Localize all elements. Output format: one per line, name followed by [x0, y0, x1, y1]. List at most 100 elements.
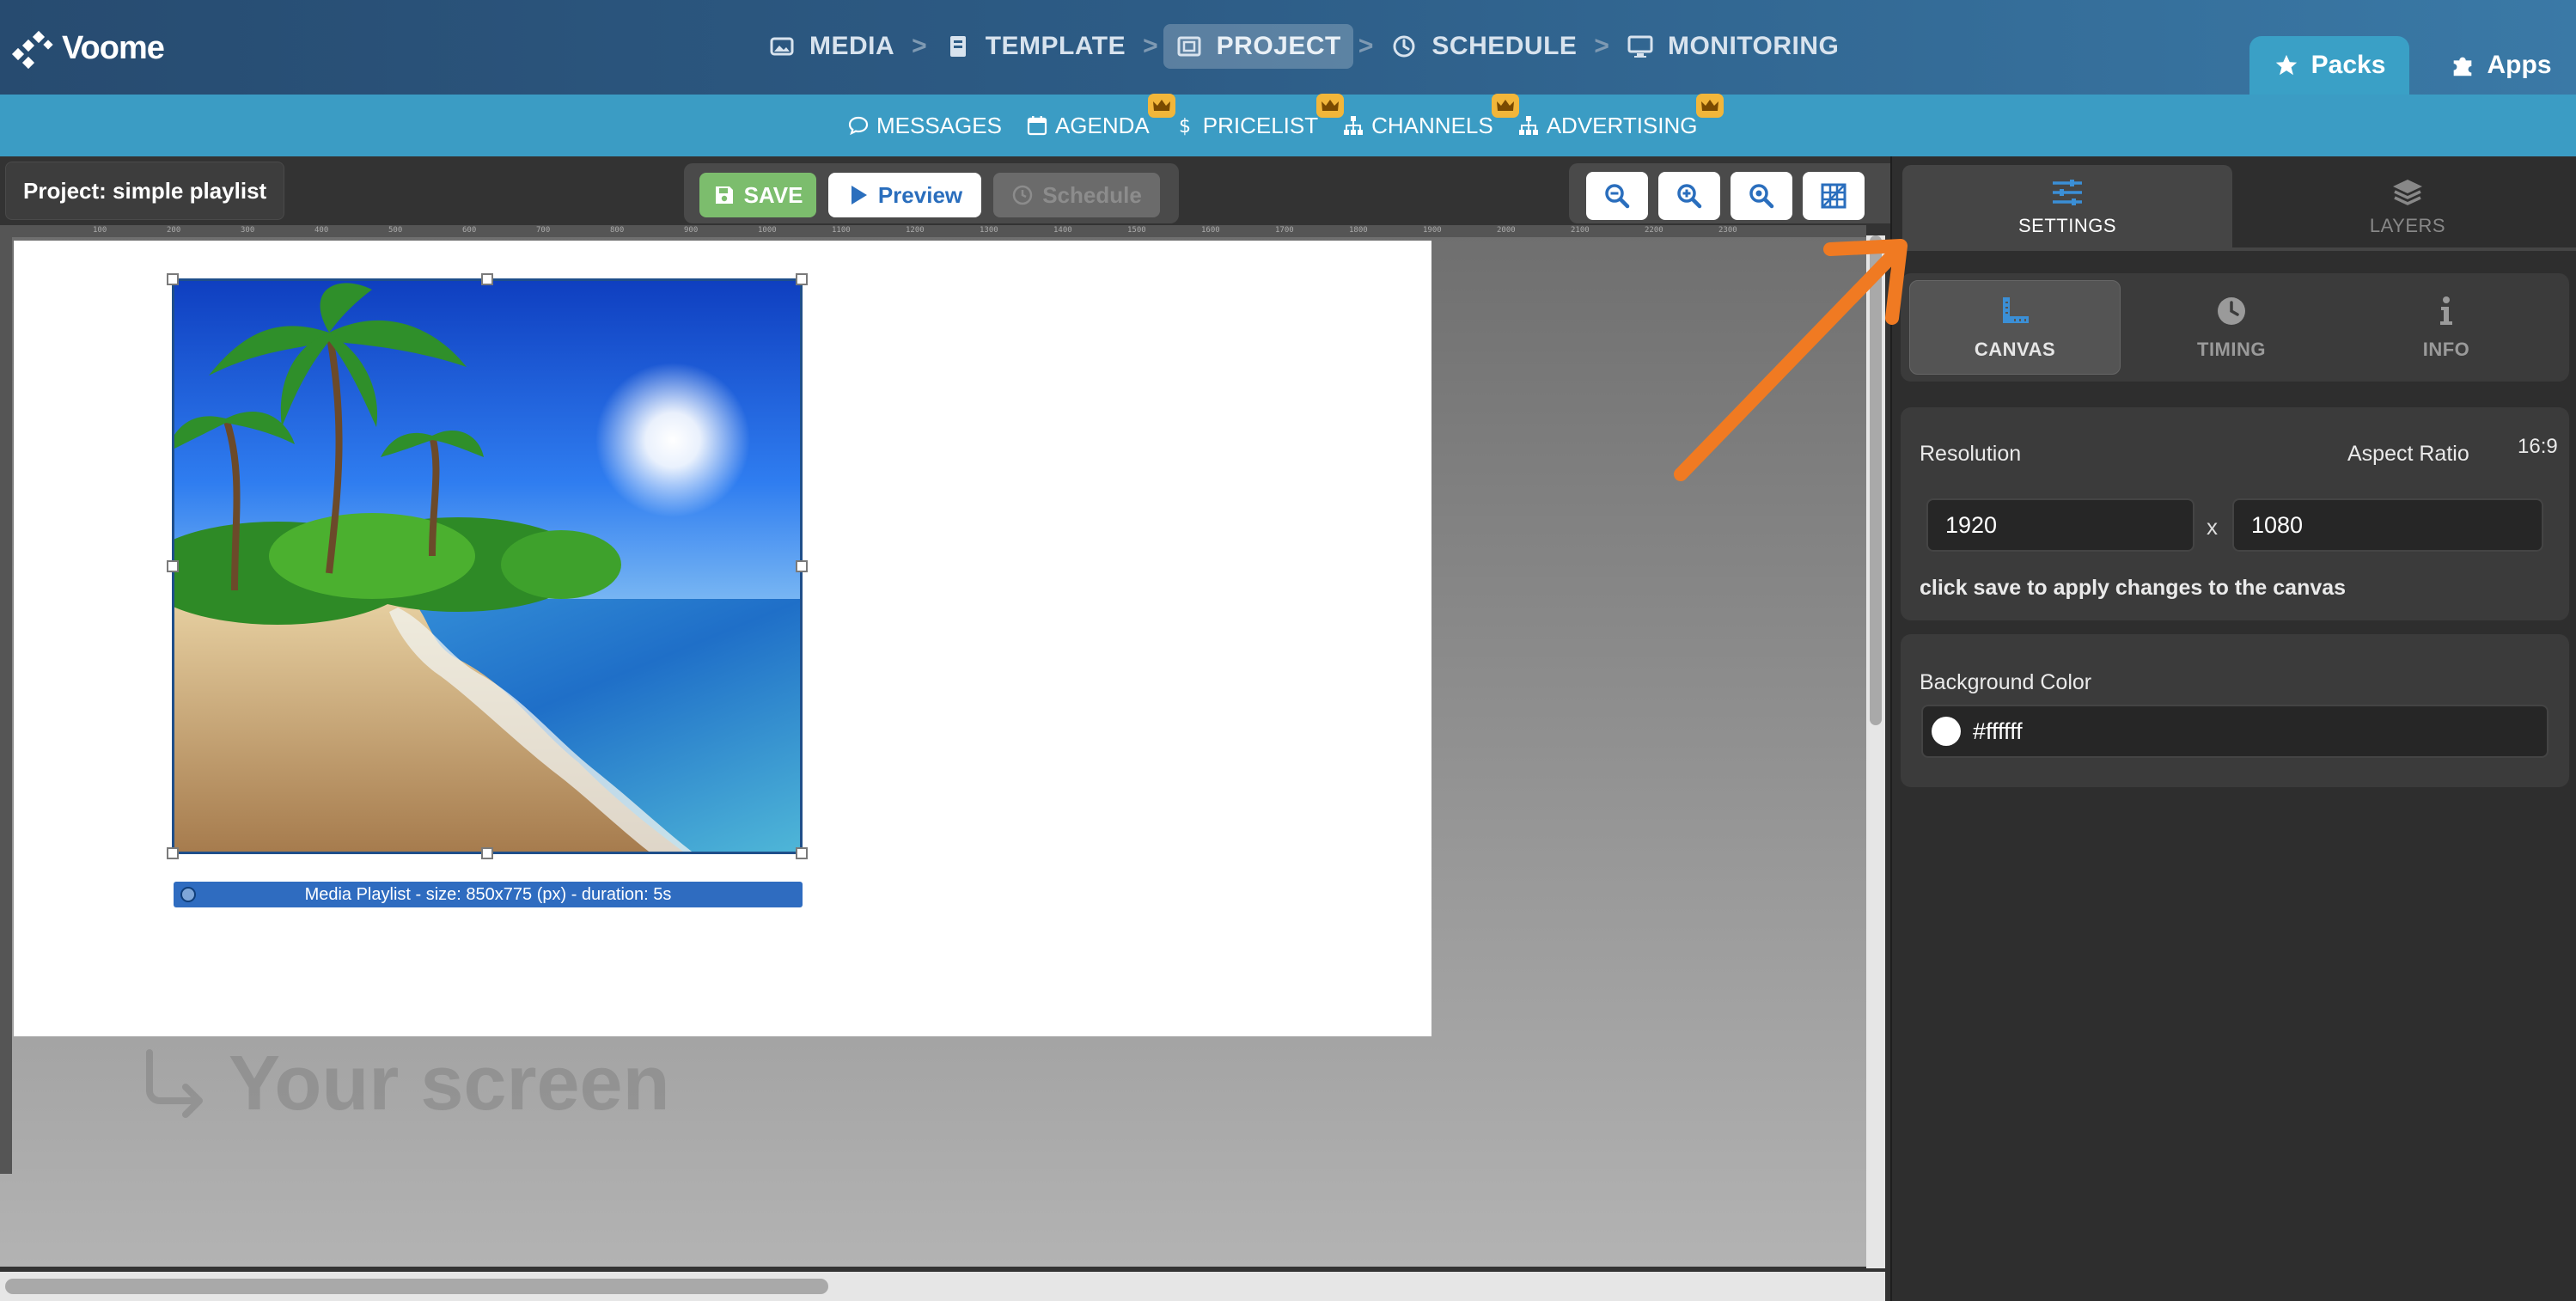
ruler-tick-label: 700 — [536, 226, 551, 235]
nav-separator: > — [1143, 32, 1158, 60]
zoom-fit-button[interactable] — [1731, 172, 1792, 220]
corner-arrow-icon — [146, 1049, 203, 1118]
tab-settings[interactable]: SETTINGS — [1902, 165, 2232, 249]
play-icon — [851, 186, 867, 205]
tab-apps[interactable]: Apps — [2425, 36, 2576, 95]
ruler-tick-label: 1300 — [980, 226, 998, 235]
secondary-nav-bar: MESSAGES AGENDA $ PRICELIST CHANNELS ADV… — [0, 93, 2576, 156]
resize-handle[interactable] — [167, 560, 179, 572]
zoom-controls — [1569, 163, 1890, 223]
voome-logo-icon — [11, 30, 53, 70]
ruler-tick-label: 1700 — [1275, 226, 1294, 235]
preview-button[interactable]: Preview — [828, 173, 981, 217]
zoom-fit-icon — [1749, 184, 1774, 209]
premium-crown-icon — [1695, 93, 1724, 118]
resolution-height-input[interactable]: 1080 — [2232, 498, 2543, 552]
sub-tab-info[interactable]: INFO — [2341, 280, 2552, 375]
zoom-in-button[interactable] — [1658, 172, 1720, 220]
ruler-tick-label: 1500 — [1127, 226, 1146, 235]
floppy-disk-icon — [715, 186, 733, 204]
resolution-height-value: 1080 — [2251, 511, 2304, 538]
sub-nav-agenda[interactable]: AGENDA — [1026, 93, 1175, 139]
resolution-separator: x — [2207, 514, 2218, 540]
sub-nav-pricelist[interactable]: $ PRICELIST — [1174, 93, 1345, 139]
nav-item-project[interactable]: PROJECT — [1163, 24, 1353, 69]
media-playlist-label[interactable]: Media Playlist - size: 850x775 (px) - du… — [174, 882, 803, 907]
resolution-hint: click save to apply changes to the canva… — [1920, 576, 2347, 600]
project-canvas[interactable]: Media Playlist - size: 850x775 (px) - du… — [14, 241, 1431, 1036]
resolution-card: Resolution Aspect Ratio 16:9 1920 x 1080… — [1901, 407, 2569, 620]
ruler-tick-label: 1600 — [1201, 226, 1220, 235]
horizontal-scrollbar[interactable] — [0, 1272, 1885, 1301]
horizontal-ruler: 100 200 300 400 500 600 700 800 900 1000 1100 1200 1… — [0, 225, 1866, 237]
nav-label: MEDIA — [809, 32, 895, 60]
vertical-scroll-thumb[interactable] — [1870, 235, 1882, 725]
nav-separator: > — [1594, 32, 1609, 60]
nav-item-template[interactable]: TEMPLATE — [932, 24, 1138, 69]
svg-text:$: $ — [1179, 116, 1191, 137]
background-color-input[interactable]: #ffffff — [1921, 705, 2549, 758]
nav-separator: > — [912, 32, 927, 60]
sub-nav-channels[interactable]: CHANNELS — [1342, 93, 1519, 139]
resolution-width-input[interactable]: 1920 — [1926, 498, 2194, 552]
horizontal-scroll-thumb[interactable] — [5, 1279, 828, 1294]
calendar-icon — [1027, 116, 1047, 136]
logo-text: Voome — [62, 29, 165, 66]
app-logo[interactable]: Voome — [7, 22, 165, 74]
layers-icon — [2393, 180, 2422, 205]
editor-workspace: Project: simple playlist SAVE Preview Sc… — [0, 156, 1890, 1301]
background-color-value: #ffffff — [1973, 718, 2023, 744]
resize-handle[interactable] — [796, 560, 808, 572]
ruler-tick-label: 500 — [388, 226, 403, 235]
dollar-icon: $ — [1179, 116, 1191, 137]
clock-icon — [2218, 297, 2245, 325]
resize-handle[interactable] — [481, 847, 493, 859]
ruler-tick-label: 2200 — [1645, 226, 1663, 235]
nav-label: MONITORING — [1667, 32, 1840, 60]
grid-toggle-button[interactable] — [1803, 172, 1865, 220]
tab-apps-label: Apps — [2487, 51, 2552, 79]
resize-handle[interactable] — [167, 847, 179, 859]
sub-nav-label: MESSAGES — [876, 112, 1002, 138]
tab-packs-label: Packs — [2310, 51, 2386, 79]
save-button-label: SAVE — [743, 181, 803, 208]
ruler-tick-label: 1100 — [832, 226, 851, 235]
nav-item-schedule[interactable]: SCHEDULE — [1378, 24, 1589, 69]
project-icon — [1177, 36, 1201, 57]
aspect-ratio-value: 16:9 — [2518, 435, 2558, 458]
vertical-ruler — [0, 237, 12, 1174]
resize-handle[interactable] — [796, 273, 808, 285]
nav-label: TEMPLATE — [985, 32, 1126, 60]
color-swatch[interactable] — [1932, 717, 1961, 746]
beach-image — [174, 281, 800, 852]
star-icon — [2275, 54, 2297, 76]
clock-icon — [1393, 35, 1415, 58]
sub-tab-canvas[interactable]: CANVAS — [1909, 280, 2121, 375]
resize-handle[interactable] — [481, 273, 493, 285]
aspect-ratio-label: Aspect Ratio — [2347, 442, 2469, 466]
tab-layers[interactable]: LAYERS — [2244, 165, 2571, 249]
vertical-scrollbar[interactable] — [1866, 235, 1885, 1268]
background-color-label: Background Color — [1920, 670, 2092, 694]
sub-nav-advertising[interactable]: ADVERTISING — [1517, 93, 1724, 139]
tab-packs[interactable]: Packs — [2249, 36, 2409, 95]
sub-nav-messages[interactable]: MESSAGES — [847, 113, 1002, 139]
sub-tab-timing[interactable]: TIMING — [2126, 280, 2337, 375]
media-status-dot — [180, 887, 196, 902]
info-icon — [2440, 296, 2452, 325]
ruler-tick-label: 2300 — [1718, 226, 1737, 235]
nav-item-media[interactable]: MEDIA — [756, 24, 906, 69]
ruler-tick-label: 200 — [167, 226, 181, 235]
zoom-out-button[interactable] — [1586, 172, 1648, 220]
media-playlist-image[interactable] — [172, 278, 803, 854]
save-button[interactable]: SAVE — [699, 173, 816, 217]
zoom-out-icon — [1605, 184, 1630, 209]
resize-handle[interactable] — [167, 273, 179, 285]
premium-crown-icon — [1316, 93, 1345, 118]
sub-nav: MESSAGES AGENDA $ PRICELIST CHANNELS ADV… — [847, 93, 1724, 156]
nav-item-monitoring[interactable]: MONITORING — [1615, 24, 1851, 69]
resize-handle[interactable] — [796, 847, 808, 859]
sub-tab-info-label: INFO — [2422, 339, 2470, 360]
schedule-button[interactable]: Schedule — [993, 173, 1160, 217]
panel-tabs: SETTINGS LAYERS — [1892, 165, 2576, 249]
